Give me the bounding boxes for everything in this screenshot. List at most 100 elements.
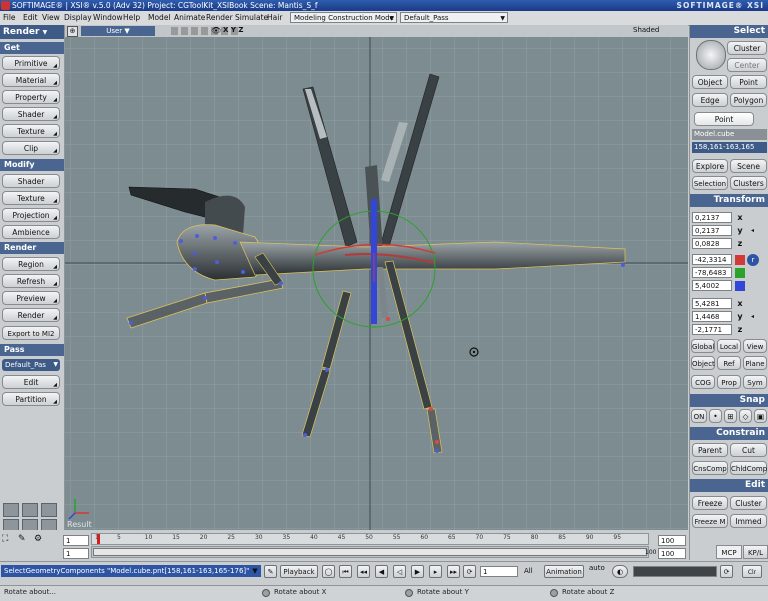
3d-viewport[interactable]: Result — [65, 37, 688, 530]
mark-icon[interactable]: ⟳ — [720, 565, 733, 578]
shading-mode[interactable]: Shaded — [633, 26, 659, 34]
translate-z-field[interactable]: -2,1771 — [692, 324, 732, 335]
select-cluster-button[interactable]: Cluster — [727, 41, 767, 55]
pass-selector[interactable]: Default_Pas ▼ — [2, 359, 60, 371]
get-texture-button[interactable]: Texture ◢ — [2, 124, 60, 138]
immed-button[interactable]: Immed — [730, 514, 767, 528]
chldcomp-button[interactable]: ChldComp — [730, 461, 767, 475]
render-render-button[interactable]: Render ◢ — [2, 308, 60, 322]
menu-animate[interactable]: Animate — [174, 13, 205, 22]
selection-range-field[interactable]: 158,161-163,165 — [692, 142, 767, 153]
mcp-tab[interactable]: MCP — [716, 545, 742, 559]
next-frame-icon[interactable]: ▸ — [429, 565, 442, 578]
first-frame-icon[interactable]: ⏮ — [339, 565, 352, 578]
playhead[interactable] — [97, 534, 100, 544]
all-label[interactable]: All — [524, 567, 533, 575]
range-bar[interactable] — [93, 548, 647, 556]
modify-projection-button[interactable]: Projection ◢ — [2, 208, 60, 222]
global-end-field[interactable]: 100 — [658, 548, 686, 559]
pen-icon[interactable]: ✎ — [18, 534, 26, 544]
menu-display[interactable]: Display — [64, 13, 92, 22]
selection-button[interactable]: Selection — [692, 176, 728, 190]
snap-surface-icon[interactable]: ▣ — [754, 409, 767, 423]
end-frame-field[interactable]: 100 — [658, 535, 686, 546]
cnscomp-button[interactable]: CnsComp — [692, 461, 728, 475]
scene-button[interactable]: Scene — [730, 159, 767, 173]
selection-mode-point[interactable]: Point — [694, 112, 754, 126]
play-icon[interactable]: ▶ — [411, 565, 424, 578]
menu-help[interactable]: Help — [123, 13, 140, 22]
select-point-button[interactable]: Point — [730, 75, 767, 89]
menu-simulate[interactable]: Simulate — [235, 13, 268, 22]
key-icon[interactable]: ◐ — [612, 565, 628, 578]
camera-selector[interactable]: User ▼ — [81, 26, 155, 36]
render-pass-dropdown[interactable]: Default_Pass ▼ — [400, 12, 508, 23]
explore-button[interactable]: Explore — [692, 159, 728, 173]
toolbar-title[interactable]: Render ▼ — [0, 25, 64, 39]
menu-view[interactable]: View — [42, 13, 60, 22]
maximize-icon[interactable]: ⊕ — [67, 26, 78, 37]
chevron-down-icon[interactable]: ▼ — [250, 565, 260, 578]
freeze-m-button[interactable]: Freeze M — [692, 514, 728, 528]
rotate-tool-icon[interactable]: r — [747, 254, 759, 266]
prop-button[interactable]: Prop — [717, 375, 741, 389]
playback-menu[interactable]: Playback — [280, 565, 318, 578]
render-region-button[interactable]: Region ◢ — [2, 257, 60, 271]
timeline-ruler[interactable]: 15101520253035404550556065707580859095 — [91, 533, 649, 545]
range-slider[interactable] — [91, 546, 649, 558]
translate-y-label[interactable]: y — [735, 311, 745, 322]
sym-button[interactable]: Sym — [743, 375, 767, 389]
paint-icon[interactable]: ⚙ — [34, 534, 42, 544]
export-mi2-button[interactable]: Export to MI2 — [2, 326, 60, 340]
select-edge-button[interactable]: Edge — [692, 93, 728, 107]
select-object-button[interactable]: Object — [692, 75, 728, 89]
cog-button[interactable]: COG — [691, 375, 715, 389]
ref-plane-button[interactable]: Plane — [743, 356, 767, 370]
axes-toggle[interactable]: X Y Z — [223, 26, 243, 34]
snap-on-button[interactable]: ON — [691, 409, 707, 423]
render-preview-button[interactable]: Preview ◢ — [2, 291, 60, 305]
command-line[interactable]: SelectGeometryComponents "Model.cube.pnt… — [1, 565, 261, 577]
layout-icon[interactable] — [3, 503, 19, 517]
get-primitive-button[interactable]: Primitive ◢ — [2, 56, 60, 70]
translate-x-label[interactable]: x — [735, 298, 745, 309]
snap-point-icon[interactable]: • — [709, 409, 722, 423]
select-arrow-icon[interactable] — [696, 40, 726, 70]
pass-edit-button[interactable]: Edit ◢ — [2, 375, 60, 389]
ref-local-button[interactable]: Local — [717, 339, 741, 353]
ref-global-button[interactable]: Global — [691, 339, 715, 353]
translate-key-icon[interactable]: ◂ — [747, 311, 758, 322]
eye-icon[interactable]: 👁 — [211, 26, 221, 35]
play-backward-icon[interactable]: ◁ — [393, 565, 406, 578]
prev-frame-icon[interactable]: ◀ — [375, 565, 388, 578]
get-shader-button[interactable]: Shader ◢ — [2, 107, 60, 121]
scale-y-field[interactable]: 0,2137 — [692, 225, 732, 236]
get-material-button[interactable]: Material ◢ — [2, 73, 60, 87]
rotation-z-field[interactable]: 5,4002 — [692, 280, 732, 291]
clusters-button[interactable]: Clusters — [730, 176, 767, 190]
clear-key-icon[interactable]: Clr — [742, 565, 762, 578]
rotation-x-axis[interactable] — [735, 255, 745, 265]
start-frame-field[interactable]: 1 — [63, 535, 89, 546]
script-editor-icon[interactable]: ✎ — [264, 565, 277, 578]
translate-x-field[interactable]: 5,4281 — [692, 298, 732, 309]
construction-mode-dropdown[interactable]: Modeling Construction Mode ▼ — [290, 12, 397, 23]
parent-button[interactable]: Parent — [692, 443, 728, 457]
ref-view-button[interactable]: View — [743, 339, 767, 353]
menu-file[interactable]: File — [3, 13, 16, 22]
snap-curve-icon[interactable]: ◇ — [739, 409, 752, 423]
render-refresh-button[interactable]: Refresh ◢ — [2, 274, 60, 288]
rotation-z-axis[interactable] — [735, 281, 745, 291]
menu-render[interactable]: Render — [206, 13, 233, 22]
current-frame-field[interactable]: 1 — [480, 566, 518, 577]
ref-ref-button[interactable]: Ref — [717, 356, 741, 370]
scale-z-label[interactable]: z — [735, 238, 745, 249]
rotation-y-field[interactable]: -78,6483 — [692, 267, 732, 278]
modify-texture-button[interactable]: Texture ◢ — [2, 191, 60, 205]
cut-button[interactable]: Cut — [730, 443, 767, 457]
menu-window[interactable]: Window — [93, 13, 123, 22]
select-center-button[interactable]: Center — [727, 58, 767, 72]
get-property-button[interactable]: Property ◢ — [2, 90, 60, 104]
next-key-icon[interactable]: ▸▸ — [447, 565, 460, 578]
rotation-x-field[interactable]: -42,3314 — [692, 254, 732, 265]
